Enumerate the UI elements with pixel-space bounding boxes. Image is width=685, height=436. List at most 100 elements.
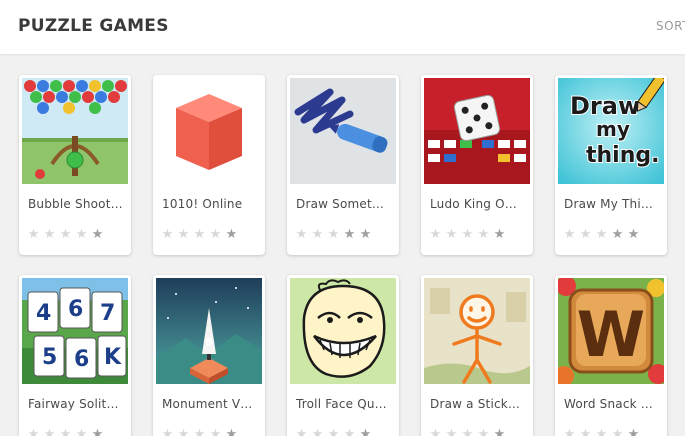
star-icon: ★ (193, 427, 206, 436)
card-value: K (104, 345, 122, 370)
star-rating: ★ ★ ★ ★ ★ (294, 228, 373, 241)
troll-face-thumbnail (290, 278, 396, 384)
star-icon: ★ (477, 427, 490, 436)
star-icon: ★ (563, 427, 576, 436)
star-icon: ★ (359, 227, 372, 242)
star-icon: ★ (59, 427, 72, 436)
thumbnail-text: thing. (586, 143, 660, 168)
star-icon: ★ (193, 227, 206, 242)
star-rating: ★ ★ ★ ★ ★ (428, 228, 507, 241)
star-icon: ★ (225, 427, 238, 436)
star-icon: ★ (75, 227, 88, 242)
card-value: 6 (74, 347, 89, 372)
draw-a-stickman-thumbnail (424, 278, 530, 384)
star-rating: ★ ★ ★ ★ ★ (428, 428, 507, 436)
star-icon: ★ (343, 227, 356, 242)
star-icon: ★ (579, 227, 592, 242)
draw-something-thumbnail (290, 78, 396, 184)
game-card-troll-face-quest[interactable]: Troll Face Qu… ★ ★ ★ ★ ★ (287, 275, 399, 436)
game-title: Fairway Solit… (28, 397, 119, 411)
star-icon: ★ (161, 227, 174, 242)
star-icon: ★ (611, 427, 624, 436)
game-title: Word Snack … (564, 397, 653, 411)
star-icon: ★ (627, 427, 640, 436)
fairway-solitaire-thumbnail: 4 6 7 5 6 K (22, 278, 128, 384)
star-rating: ★ ★ ★ ★ ★ (26, 228, 105, 241)
star-rating: ★ ★ ★ ★ ★ (562, 228, 641, 241)
star-icon: ★ (295, 427, 308, 436)
star-icon: ★ (461, 427, 474, 436)
game-card-1010-online[interactable]: 1010! Online ★ ★ ★ ★ ★ (153, 75, 265, 255)
card-value: 5 (42, 345, 57, 370)
star-icon: ★ (627, 227, 640, 242)
star-icon: ★ (327, 227, 340, 242)
thumbnail-text: my (596, 117, 630, 141)
game-title: Draw Somet… (296, 197, 385, 211)
star-icon: ★ (563, 227, 576, 242)
game-title: Bubble Shoot… (28, 197, 123, 211)
star-icon: ★ (209, 427, 222, 436)
star-rating: ★ ★ ★ ★ ★ (26, 428, 105, 436)
star-icon: ★ (177, 227, 190, 242)
game-card-draw-my-thing[interactable]: Draw my thing. Draw My Thi… ★ ★ ★ ★ ★ (555, 75, 667, 255)
star-icon: ★ (43, 227, 56, 242)
star-icon: ★ (493, 427, 506, 436)
star-icon: ★ (445, 427, 458, 436)
thumbnail-text: Draw (570, 92, 640, 120)
star-icon: ★ (177, 427, 190, 436)
card-value: 7 (100, 301, 115, 326)
1010-cube-thumbnail (156, 78, 262, 184)
star-icon: ★ (611, 227, 624, 242)
star-icon: ★ (477, 227, 490, 242)
game-title: Troll Face Qu… (296, 397, 387, 411)
star-icon: ★ (311, 227, 324, 242)
game-title: Draw a Stick… (430, 397, 521, 411)
game-card-ludo-king[interactable]: Ludo King O… ★ ★ ★ ★ ★ (421, 75, 533, 255)
star-icon: ★ (579, 427, 592, 436)
star-rating: ★ ★ ★ ★ ★ (562, 428, 641, 436)
star-icon: ★ (445, 227, 458, 242)
star-icon: ★ (59, 227, 72, 242)
game-card-draw-a-stickman[interactable]: Draw a Stick… ★ ★ ★ ★ ★ (421, 275, 533, 436)
game-title: Draw My Thi… (564, 197, 654, 211)
star-rating: ★ ★ ★ ★ ★ (294, 428, 373, 436)
star-icon: ★ (43, 427, 56, 436)
star-icon: ★ (311, 427, 324, 436)
star-icon: ★ (209, 227, 222, 242)
star-icon: ★ (359, 427, 372, 436)
star-icon: ★ (91, 427, 104, 436)
game-card-bubble-shooter[interactable]: Bubble Shoot… ★ ★ ★ ★ ★ (19, 75, 131, 255)
star-icon: ★ (161, 427, 174, 436)
game-title: Ludo King O… (430, 197, 517, 211)
star-icon: ★ (91, 227, 104, 242)
star-icon: ★ (595, 227, 608, 242)
star-icon: ★ (75, 427, 88, 436)
star-icon: ★ (343, 427, 356, 436)
star-icon: ★ (429, 427, 442, 436)
star-icon: ★ (595, 427, 608, 436)
star-icon: ★ (295, 227, 308, 242)
star-icon: ★ (461, 227, 474, 242)
bubble-shooter-thumbnail (22, 78, 128, 184)
draw-my-thing-thumbnail: Draw my thing. (558, 78, 664, 184)
star-icon: ★ (327, 427, 340, 436)
word-snack-thumbnail: W (558, 278, 664, 384)
thumbnail-letter: W (577, 298, 645, 371)
game-card-fairway-solitaire[interactable]: 4 6 7 5 6 K Fairway Solit… ★ ★ ★ ★ ★ (19, 275, 131, 436)
card-value: 4 (36, 301, 51, 326)
game-card-word-snack[interactable]: W Word Snack … ★ ★ ★ ★ ★ (555, 275, 667, 436)
card-value: 6 (68, 297, 83, 322)
game-card-monument-valley[interactable]: Monument V… ★ ★ ★ ★ ★ (153, 275, 265, 436)
game-card-draw-something[interactable]: Draw Somet… ★ ★ ★ ★ ★ (287, 75, 399, 255)
ludo-king-thumbnail (424, 78, 530, 184)
games-grid: Bubble Shoot… ★ ★ ★ ★ ★ 1010! Online ★ ★ ★ ★ ★ (0, 0, 685, 436)
star-icon: ★ (225, 227, 238, 242)
game-title: 1010! Online (162, 197, 243, 211)
star-icon: ★ (27, 427, 40, 436)
monument-valley-thumbnail (156, 278, 262, 384)
star-icon: ★ (27, 227, 40, 242)
star-icon: ★ (429, 227, 442, 242)
game-title: Monument V… (162, 397, 253, 411)
star-icon: ★ (493, 227, 506, 242)
star-rating: ★ ★ ★ ★ ★ (160, 228, 239, 241)
